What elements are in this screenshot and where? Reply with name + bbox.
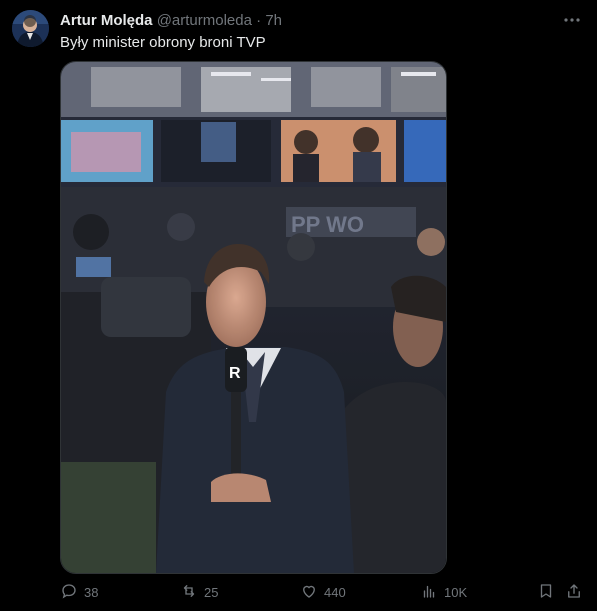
tweet[interactable]: Artur Molęda @arturmoleda · 7h Były mini… xyxy=(0,0,597,611)
bookmark-button[interactable] xyxy=(537,582,555,602)
heart-icon xyxy=(300,582,318,603)
avatar[interactable] xyxy=(12,10,49,47)
reply-count: 38 xyxy=(84,584,99,600)
tweet-photo[interactable]: PP WO R xyxy=(60,61,447,574)
reply-icon xyxy=(60,582,78,603)
reply-button[interactable]: 38 xyxy=(60,582,98,602)
repost-count: 25 xyxy=(204,584,219,600)
analytics-icon xyxy=(420,582,438,603)
tweet-header: Artur Molęda @arturmoleda · 7h xyxy=(60,11,577,31)
views-count: 10K xyxy=(444,584,468,600)
timestamp[interactable]: 7h xyxy=(265,12,282,29)
tweet-actions: 38 25 440 10K xyxy=(60,582,585,602)
share-button[interactable] xyxy=(565,582,583,602)
more-icon[interactable] xyxy=(561,10,583,30)
views-button[interactable]: 10K xyxy=(420,582,467,602)
bookmark-icon xyxy=(537,582,555,603)
author-handle[interactable]: @arturmoleda xyxy=(157,12,252,29)
repost-button[interactable]: 25 xyxy=(180,582,218,602)
tweet-text: Były minister obrony broni TVP xyxy=(60,34,266,51)
separator: · xyxy=(256,12,262,29)
like-button[interactable]: 440 xyxy=(300,582,346,602)
repost-icon xyxy=(180,582,198,603)
like-count: 440 xyxy=(324,584,346,600)
share-icon xyxy=(565,582,583,603)
author-name[interactable]: Artur Molęda xyxy=(60,12,153,29)
